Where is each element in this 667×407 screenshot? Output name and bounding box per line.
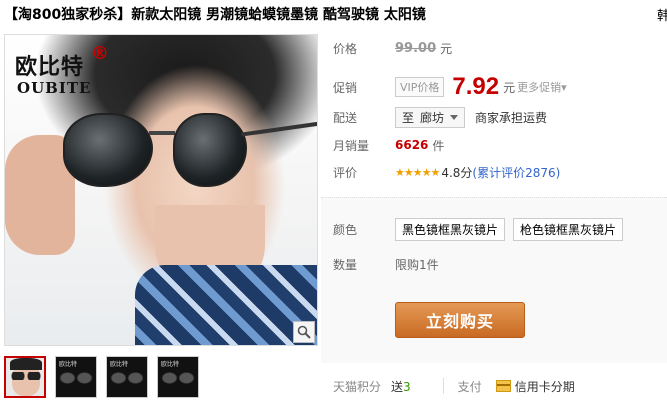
pay-label: 支付 (457, 379, 482, 394)
thumbnail-3[interactable]: 欧比特 (106, 356, 148, 398)
color-option-gunmetal[interactable]: 枪色镜框黑灰镜片 (513, 217, 624, 241)
price-label: 价格 (333, 41, 358, 56)
shipping-info: 商家承担运费 (475, 110, 548, 125)
points-label: 天猫积分 (333, 379, 382, 394)
promo-unit: 元 (503, 80, 516, 95)
sales-count: 6626 (395, 138, 429, 152)
delivery-label: 配送 (333, 110, 358, 125)
brand-logo-en: OUBITE (17, 79, 92, 97)
product-title: 【淘800独家秒杀】新款太阳镜 男潮镜蛤蟆镜墨镜 酷驾驶镜 太阳镜 (4, 7, 426, 23)
price-unit: 元 (440, 41, 453, 56)
vip-price-tag: VIP价格 (395, 77, 445, 97)
buy-now-button[interactable]: 立刻购买 (395, 302, 525, 338)
sales-label: 月销量 (333, 138, 370, 153)
thumbnail-brand: 欧比特 (110, 361, 129, 368)
thumbnail-brand: 欧比特 (161, 361, 180, 368)
quantity-limit: 限购1件 (395, 257, 439, 272)
color-row: 颜色 黑色镜框黑灰镜片 枪色镜框黑灰镜片 (333, 217, 631, 241)
price-row: 价格 99.00 元 (333, 38, 452, 58)
rating-label: 评价 (333, 165, 358, 180)
model-shirt (135, 265, 317, 345)
delivery-prefix: 至 (402, 110, 415, 125)
chevron-down-icon (450, 114, 459, 120)
thumbnail-2[interactable]: 欧比特 (55, 356, 97, 398)
main-product-image[interactable]: 欧比特 ® OUBITE (4, 34, 318, 346)
credit-card-icon (495, 380, 511, 392)
more-promo-link[interactable]: 更多促销▾ (517, 79, 567, 95)
sku-selection-panel: 颜色 黑色镜框黑灰镜片 枪色镜框黑灰镜片 数量 限购1件 立刻购买 (321, 197, 667, 363)
color-option-black[interactable]: 黑色镜框黑灰镜片 (395, 217, 506, 241)
thumbnail-4[interactable]: 欧比特 (157, 356, 199, 398)
promo-label: 促销 (333, 80, 358, 95)
star-rating-icon: ★★★★★ (395, 165, 440, 179)
review-count-link[interactable]: (累计评价2876) (472, 164, 560, 181)
thumbnail-brand: 欧比特 (59, 361, 78, 368)
color-label: 颜色 (333, 222, 358, 237)
divider (442, 378, 444, 394)
sunglasses-bridge (149, 131, 175, 135)
quantity-label: 数量 (333, 257, 358, 272)
title-overflow-text: 韩 (657, 9, 667, 24)
promo-price: 7.92 (452, 73, 500, 100)
points-give: 送3 (391, 379, 411, 394)
quantity-row: 数量 限购1件 (333, 254, 439, 274)
brand-registered-mark: ® (91, 43, 109, 64)
footer-bar: 天猫积分 送3 支付 信用卡分期 (333, 375, 667, 397)
rating-row: 评价 ★★★★★ 4.8分 (累计评价2876) (333, 162, 560, 182)
sales-row: 月销量 6626 件 (333, 135, 444, 155)
delivery-location-select[interactable]: 至 廊坊 (395, 106, 466, 128)
sales-unit: 件 (432, 138, 445, 153)
magnifier-icon[interactable] (293, 321, 315, 343)
delivery-location: 廊坊 (420, 110, 445, 125)
thumbnail-1[interactable] (4, 356, 46, 398)
pay-method-link[interactable]: 信用卡分期 (515, 378, 575, 395)
brand-logo-cn: 欧比特 (15, 55, 85, 80)
original-price: 99.00 (395, 40, 437, 56)
thumbnail-strip: 欧比特 欧比特 欧比特 (4, 356, 199, 398)
delivery-row: 配送 至 廊坊 商家承担运费 (333, 106, 548, 128)
promo-row: 促销 VIP价格 7.92 元 更多促销▾ (333, 73, 567, 100)
rating-score: 4.8分 (441, 165, 473, 180)
points-value: 3 (403, 379, 411, 394)
